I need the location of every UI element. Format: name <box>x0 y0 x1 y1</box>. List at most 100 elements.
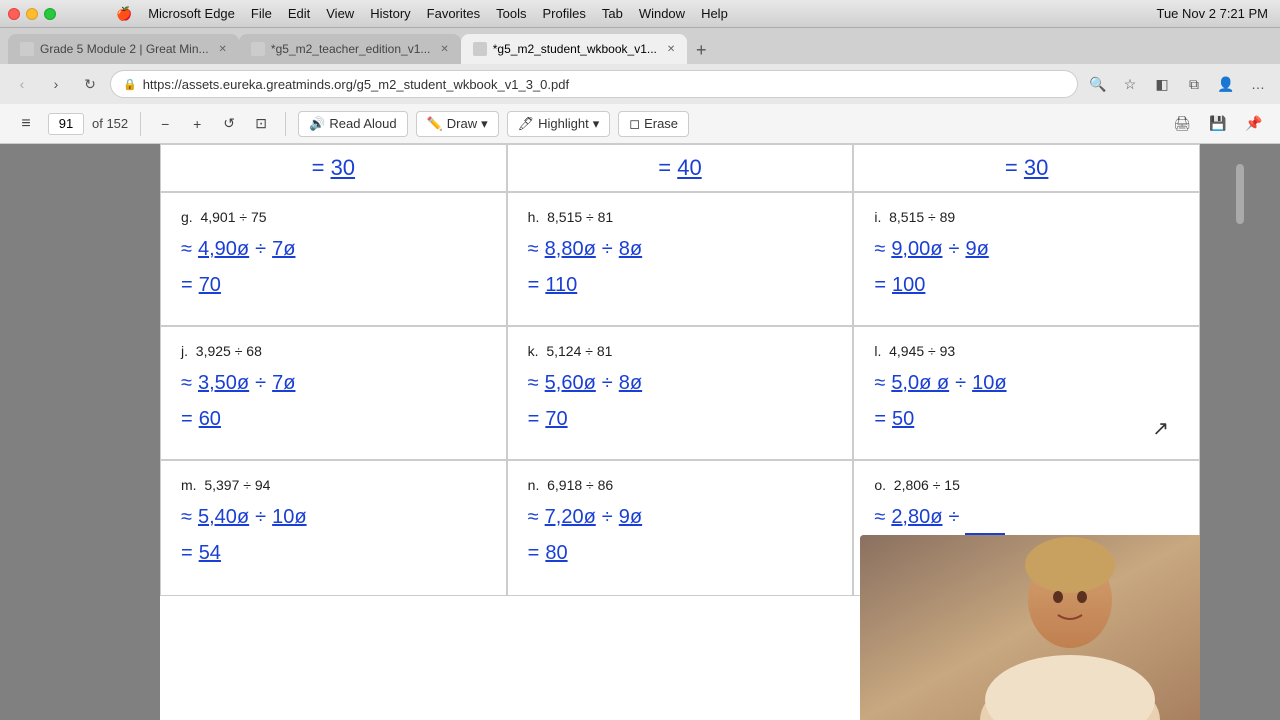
draw-label: Draw <box>447 116 477 131</box>
favorites-icon[interactable]: ☆ <box>1116 70 1144 98</box>
new-tab-button[interactable]: + <box>687 36 715 64</box>
toolbar-divider-2 <box>285 112 286 136</box>
browser-toolbar-right: 🔍 ☆ ◧ ⧉ 👤 … <box>1084 70 1272 98</box>
problem-l-label: l. 4,945 ÷ 93 <box>874 343 1179 359</box>
address-bar[interactable]: 🔒 https://assets.eureka.greatminds.org/g… <box>110 70 1078 98</box>
draw-icon: ✏️ <box>427 116 443 132</box>
math-cell-g: g. 4,901 ÷ 75 ≈ 4,90ø ÷ 7ø = 70 <box>160 192 507 326</box>
page-number-input[interactable] <box>48 113 84 135</box>
menu-edge[interactable]: Microsoft Edge <box>148 6 235 21</box>
menu-profiles[interactable]: Profiles <box>542 6 585 21</box>
traffic-lights[interactable] <box>8 8 56 20</box>
math-top-row: = 30 = 40 = 30 <box>160 144 1200 192</box>
menu-edit[interactable]: Edit <box>288 6 310 21</box>
highlight-chevron-icon: ▾ <box>593 116 600 132</box>
problem-h-work: ≈ 8,80ø ÷ 8ø = 110 <box>528 233 833 301</box>
tab-2[interactable]: *g5_m2_teacher_edition_v1... ✕ <box>239 34 461 64</box>
read-aloud-label: Read Aloud <box>329 116 396 131</box>
save-icon[interactable]: 💾 <box>1204 110 1232 138</box>
problem-o-label: o. 2,806 ÷ 15 <box>874 477 1179 493</box>
reload-button[interactable]: ↻ <box>76 70 104 98</box>
problem-g-label: g. 4,901 ÷ 75 <box>181 209 486 225</box>
read-aloud-icon: 🔊 <box>309 116 325 132</box>
erase-button[interactable]: ◻ Erase <box>618 111 689 137</box>
math-cell-n: n. 6,918 ÷ 86 ≈ 7,20ø ÷ 9ø = 80 <box>507 460 854 596</box>
problem-k-label: k. 5,124 ÷ 81 <box>528 343 833 359</box>
menu-view[interactable]: View <box>326 6 354 21</box>
collections-icon[interactable]: ◧ <box>1148 70 1176 98</box>
tab-1-label: Grade 5 Module 2 | Great Min... <box>40 42 209 56</box>
pdf-toolbar: ≡ of 152 − + ↺ ⊡ 🔊 Read Aloud ✏️ Draw ▾ … <box>0 104 1280 144</box>
minimize-button[interactable] <box>26 8 38 20</box>
url-text: https://assets.eureka.greatminds.org/g5_… <box>143 77 569 92</box>
fit-button[interactable]: ⊡ <box>249 112 273 136</box>
back-button[interactable]: ‹ <box>8 70 36 98</box>
read-aloud-button[interactable]: 🔊 Read Aloud <box>298 111 407 137</box>
zoom-out-button[interactable]: − <box>153 112 177 136</box>
pin-icon[interactable]: 📌 <box>1240 110 1268 138</box>
address-bar-row: ‹ › ↻ 🔒 https://assets.eureka.greatminds… <box>0 64 1280 104</box>
problem-j-label: j. 3,925 ÷ 68 <box>181 343 486 359</box>
menu-bar: 🍎 Microsoft Edge File Edit View History … <box>56 6 728 22</box>
forward-button[interactable]: › <box>42 70 70 98</box>
problem-i-work: ≈ 9,00ø ÷ 9ø = 100 <box>874 233 1179 301</box>
tab-2-close[interactable]: ✕ <box>440 44 448 55</box>
math-cell-l: l. 4,945 ÷ 93 ≈ 5,0ø ø ÷ 10ø = 50 ↗ <box>853 326 1200 460</box>
tab-2-favicon <box>251 42 265 56</box>
highlight-button[interactable]: 🖊 Highlight ▾ <box>507 111 611 137</box>
lock-icon: 🔒 <box>123 78 137 91</box>
highlight-label: Highlight <box>538 116 589 131</box>
pdf-area: = 30 = 40 = 30 g. 4,901 ÷ 75 ≈ 4,90ø ÷ 7… <box>0 144 1280 720</box>
menu-favorites[interactable]: Favorites <box>427 6 480 21</box>
draw-button[interactable]: ✏️ Draw ▾ <box>416 111 499 137</box>
math-cell-m: m. 5,397 ÷ 94 ≈ 5,40ø ÷ 10ø = 54 <box>160 460 507 596</box>
pdf-right-margin <box>1200 144 1280 720</box>
top-cell-g: = 30 <box>160 144 507 192</box>
math-row-jkl: j. 3,925 ÷ 68 ≈ 3,50ø ÷ 7ø = 60 k. 5,124… <box>160 326 1200 460</box>
close-button[interactable] <box>8 8 20 20</box>
math-cell-j: j. 3,925 ÷ 68 ≈ 3,50ø ÷ 7ø = 60 <box>160 326 507 460</box>
tab-3-favicon <box>473 42 487 56</box>
menu-help[interactable]: Help <box>701 6 728 21</box>
profile-icon[interactable]: 👤 <box>1212 70 1240 98</box>
erase-label: Erase <box>644 116 678 131</box>
problem-m-label: m. 5,397 ÷ 94 <box>181 477 486 493</box>
tab-1-close[interactable]: ✕ <box>219 44 227 55</box>
math-cell-h: h. 8,515 ÷ 81 ≈ 8,80ø ÷ 8ø = 110 <box>507 192 854 326</box>
problem-n-label: n. 6,918 ÷ 86 <box>528 477 833 493</box>
toolbar-divider-1 <box>140 112 141 136</box>
maximize-button[interactable] <box>44 8 56 20</box>
menu-tools[interactable]: Tools <box>496 6 526 21</box>
problem-l-work: ≈ 5,0ø ø ÷ 10ø = 50 <box>874 367 1179 435</box>
erase-icon: ◻ <box>629 116 640 132</box>
top-cell-i: = 30 <box>853 144 1200 192</box>
title-bar: 🍎 Microsoft Edge File Edit View History … <box>0 0 1280 28</box>
menu-history[interactable]: History <box>370 6 410 21</box>
apple-menu[interactable]: 🍎 <box>116 6 132 22</box>
menu-window[interactable]: Window <box>639 6 685 21</box>
menu-tab[interactable]: Tab <box>602 6 623 21</box>
settings-icon[interactable]: … <box>1244 70 1272 98</box>
scroll-indicator[interactable] <box>1236 164 1244 224</box>
tab-1-favicon <box>20 42 34 56</box>
tab-1[interactable]: Grade 5 Module 2 | Great Min... ✕ <box>8 34 239 64</box>
math-cell-k: k. 5,124 ÷ 81 ≈ 5,60ø ÷ 8ø = 70 <box>507 326 854 460</box>
browser-search-icon[interactable]: 🔍 <box>1084 70 1112 98</box>
extensions-icon[interactable]: ⧉ <box>1180 70 1208 98</box>
zoom-in-button[interactable]: + <box>185 112 209 136</box>
pdf-page[interactable]: = 30 = 40 = 30 g. 4,901 ÷ 75 ≈ 4,90ø ÷ 7… <box>160 144 1200 720</box>
tab-3[interactable]: *g5_m2_student_wkbook_v1... ✕ <box>461 34 688 64</box>
problem-j-work: ≈ 3,50ø ÷ 7ø = 60 <box>181 367 486 435</box>
problem-n-work: ≈ 7,20ø ÷ 9ø = 80 <box>528 501 833 569</box>
problem-h-label: h. 8,515 ÷ 81 <box>528 209 833 225</box>
print-icon[interactable]: 🖨 <box>1168 110 1196 138</box>
pdf-menu-button[interactable]: ≡ <box>12 110 40 138</box>
menu-file[interactable]: File <box>251 6 272 21</box>
highlight-icon: 🖊 <box>518 116 535 132</box>
tab-3-close[interactable]: ✕ <box>667 44 675 55</box>
rotate-button[interactable]: ↺ <box>217 112 241 136</box>
problem-m-work: ≈ 5,40ø ÷ 10ø = 54 <box>181 501 486 569</box>
problem-i-label: i. 8,515 ÷ 89 <box>874 209 1179 225</box>
tab-2-label: *g5_m2_teacher_edition_v1... <box>271 42 430 56</box>
draw-chevron-icon: ▾ <box>481 116 488 132</box>
